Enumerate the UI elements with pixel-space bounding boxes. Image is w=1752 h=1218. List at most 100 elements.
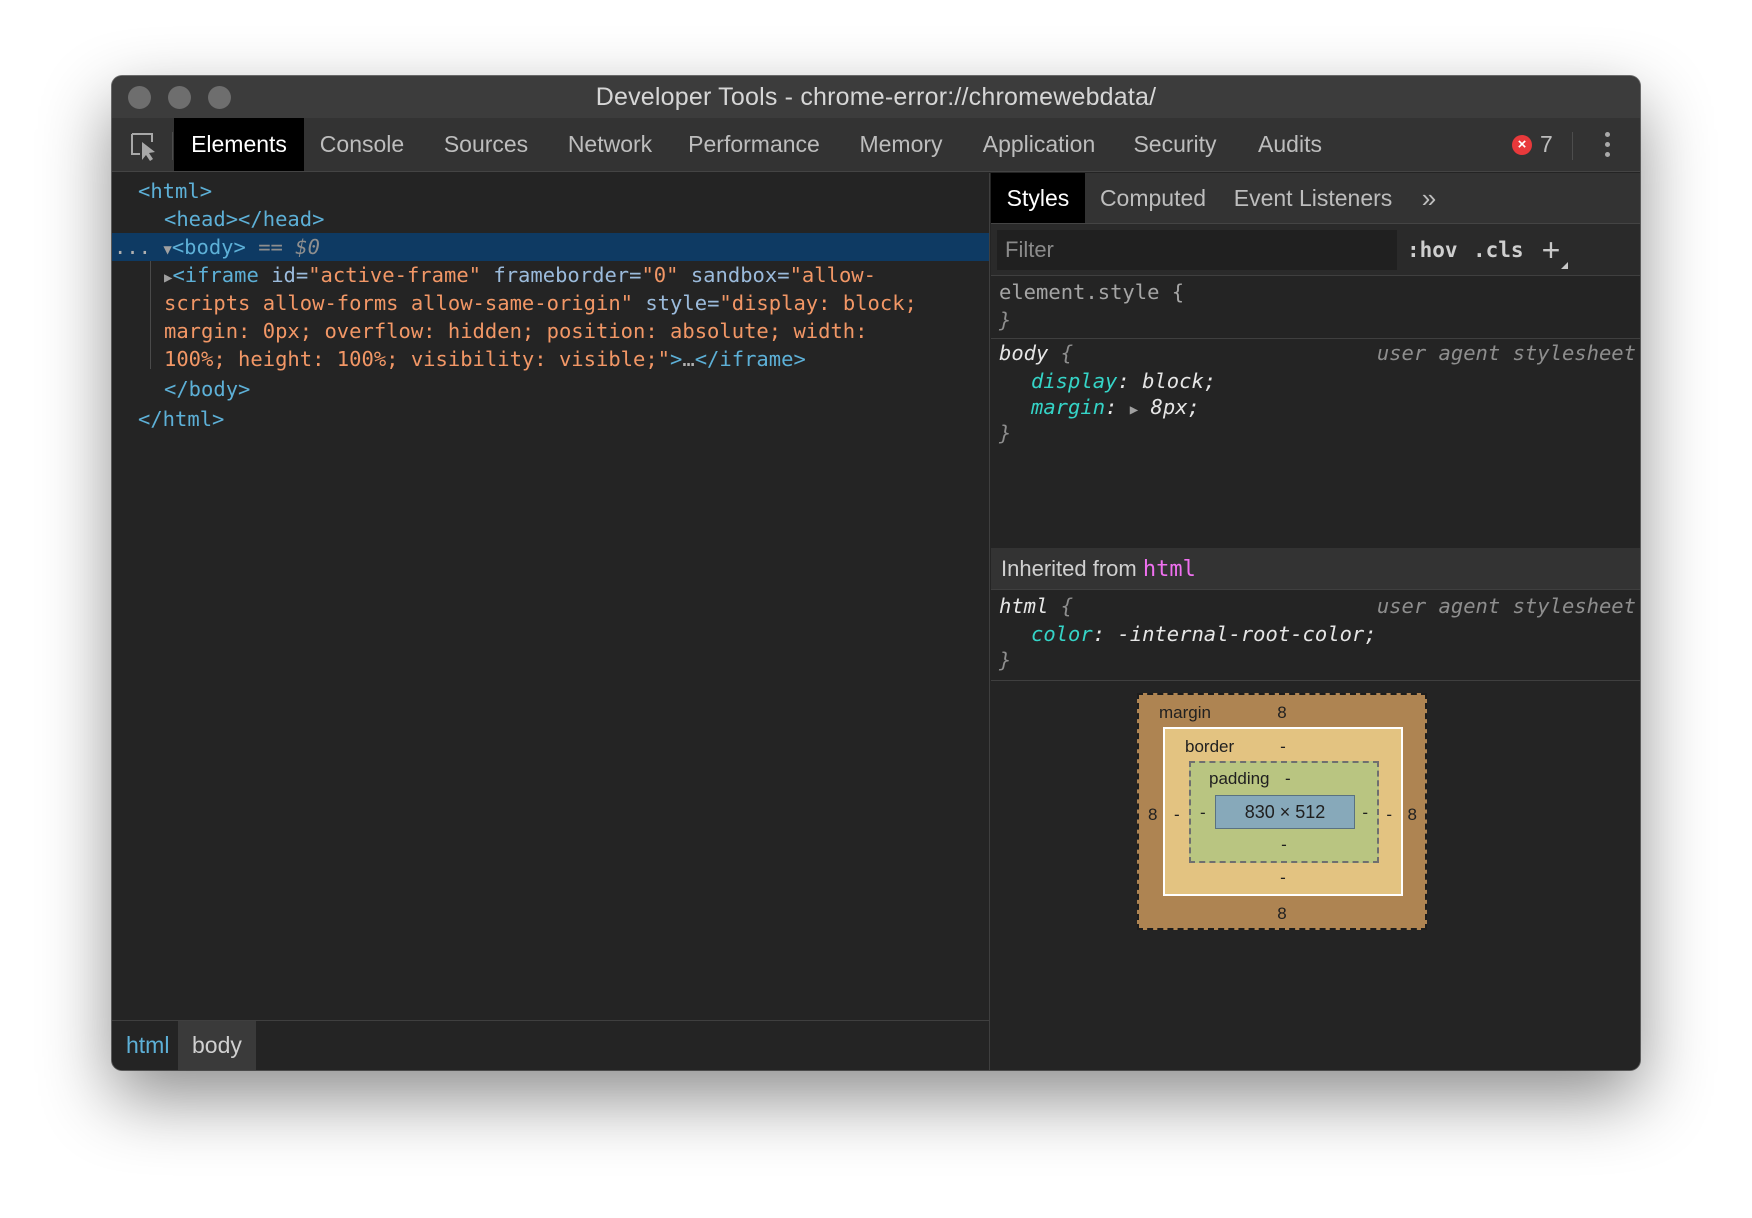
node-actions-ellipsis[interactable]: ...	[114, 235, 151, 259]
toggle-element-state-button[interactable]: :hov	[1407, 224, 1458, 276]
tab-separator	[1572, 132, 1573, 160]
padding-right-value[interactable]: -	[1362, 803, 1368, 823]
tab-audits[interactable]: Audits	[1238, 118, 1342, 171]
attr-value: 100%; height: 100%; visibility: visible;…	[164, 347, 671, 371]
tab-computed[interactable]: Computed	[1091, 173, 1215, 223]
property-value[interactable]: block;	[1142, 369, 1216, 393]
inherited-section-header: Inherited from html	[991, 548, 1640, 590]
inherited-node-link[interactable]: html	[1143, 557, 1196, 582]
tab-memory[interactable]: Memory	[840, 118, 962, 171]
styles-tab-bar: Styles Computed Event Listeners »	[991, 173, 1640, 224]
attr-name: style	[645, 291, 708, 315]
styles-sidebar: Styles Computed Event Listeners » :hov .…	[991, 173, 1640, 1070]
tab-security[interactable]: Security	[1116, 118, 1234, 171]
tab-sources[interactable]: Sources	[428, 118, 544, 171]
rule-body[interactable]: body { user agent stylesheet display: bl…	[991, 340, 1640, 548]
border-top-value[interactable]: -	[1165, 737, 1401, 757]
rule-open-brace: {	[1048, 594, 1074, 618]
devtools-window: Developer Tools - chrome-error://chromew…	[112, 76, 1640, 1070]
padding-bottom-value[interactable]: -	[1191, 835, 1377, 855]
attr-name: sandbox	[690, 263, 778, 287]
element-classes-button[interactable]: .cls	[1473, 224, 1524, 276]
dom-node-body-selected[interactable]: ... ▼<body> == $0	[112, 233, 989, 261]
tab-network[interactable]: Network	[550, 118, 670, 171]
box-model-border[interactable]: border - - - - padding - - - - 830 × 512	[1163, 727, 1403, 896]
rule-selector[interactable]: element.style {	[999, 279, 1184, 305]
expand-shorthand-triangle-icon[interactable]: ▶	[1130, 402, 1138, 418]
rule-source: user agent stylesheet	[1376, 341, 1636, 365]
style-property[interactable]: margin: ▶ 8px;	[1031, 394, 1200, 420]
property-name[interactable]: margin	[1031, 395, 1105, 419]
tab-performance[interactable]: Performance	[676, 118, 832, 171]
more-options-icon[interactable]	[1602, 132, 1612, 160]
attr-value: scripts allow-forms allow-same-origin"	[164, 291, 633, 315]
property-name[interactable]: color	[1031, 622, 1093, 646]
style-property[interactable]: display: block;	[1031, 368, 1216, 394]
html-open-tag: <html>	[138, 179, 213, 203]
dom-node-html[interactable]: <html>	[112, 177, 989, 205]
dom-node-body-close[interactable]: </body>	[112, 375, 989, 403]
head-tag: <head></head>	[164, 207, 325, 231]
attr-name: frameborder	[493, 263, 630, 287]
breadcrumb-body[interactable]: body	[178, 1021, 256, 1070]
rule-element-style[interactable]: element.style { }	[991, 277, 1640, 339]
inspect-element-icon[interactable]	[128, 130, 160, 162]
dom-node-iframe[interactable]: ▶<iframe id="active-frame" frameborder="…	[112, 261, 989, 289]
breadcrumb-html[interactable]: html	[112, 1021, 183, 1070]
dom-node-html-close[interactable]: </html>	[112, 405, 989, 433]
rule-html[interactable]: html { user agent stylesheet color: -int…	[991, 591, 1640, 681]
padding-left-value[interactable]: -	[1200, 803, 1206, 823]
padding-top-value[interactable]: -	[1285, 769, 1291, 789]
dom-node-iframe-wrap: scripts allow-forms allow-same-origin" s…	[164, 291, 917, 315]
iframe-close-tag: </iframe>	[694, 347, 806, 371]
breadcrumb: html body	[112, 1020, 990, 1070]
main-tab-bar: Elements Console Sources Network Perform…	[112, 118, 1640, 172]
property-name[interactable]: display	[1031, 369, 1117, 393]
border-bottom-value[interactable]: -	[1165, 868, 1401, 888]
dom-node-iframe-wrap: margin: 0px; overflow: hidden; position:…	[112, 317, 989, 345]
window-title: Developer Tools - chrome-error://chromew…	[595, 83, 1157, 111]
rule-close-brace: }	[999, 648, 1012, 672]
title-bar: Developer Tools - chrome-error://chromew…	[112, 76, 1640, 118]
tab-console[interactable]: Console	[308, 118, 416, 171]
html-close-tag: </html>	[138, 407, 225, 431]
attr-value: "display: block;	[719, 291, 917, 315]
border-right-value[interactable]: -	[1386, 805, 1392, 825]
attr-name: id	[271, 263, 296, 287]
body-open-tag: <body>	[171, 235, 246, 259]
error-count[interactable]: 7	[1540, 118, 1553, 171]
rule-source: user agent stylesheet	[1376, 594, 1636, 618]
collapsed-children-ellipsis[interactable]: …	[682, 347, 694, 371]
rule-selector[interactable]: body	[999, 341, 1048, 365]
error-x-icon[interactable]: ×	[1512, 135, 1532, 155]
margin-top-value[interactable]: 8	[1139, 703, 1425, 723]
more-tabs-chevron-icon[interactable]: »	[1409, 173, 1449, 223]
new-style-rule-menu-icon[interactable]	[1561, 262, 1568, 269]
property-value[interactable]: -internal-root-color;	[1117, 622, 1376, 646]
box-model-padding[interactable]: padding - - - - 830 × 512	[1189, 761, 1379, 863]
box-model-margin[interactable]: margin 8 8 8 8 border - - - - padding - …	[1137, 693, 1427, 930]
dom-tree-panel[interactable]: <html> <head></head> ... ▼<body> == $0 ▶…	[112, 173, 990, 1020]
attr-value: "0"	[641, 263, 679, 287]
box-model-content[interactable]: 830 × 512	[1215, 795, 1355, 829]
dom-node-head[interactable]: <head></head>	[112, 205, 989, 233]
padding-label: padding	[1209, 769, 1270, 788]
collapse-triangle-icon[interactable]: ▼	[163, 242, 171, 258]
rule-close-brace: }	[999, 421, 1012, 445]
styles-filter-input[interactable]	[997, 230, 1397, 270]
tab-elements[interactable]: Elements	[174, 118, 304, 171]
margin-bottom-value[interactable]: 8	[1139, 904, 1425, 924]
tab-application[interactable]: Application	[966, 118, 1112, 171]
attr-value: margin: 0px; overflow: hidden; position:…	[164, 319, 868, 343]
property-value[interactable]: 8px;	[1151, 395, 1200, 419]
margin-right-value[interactable]: 8	[1408, 805, 1417, 825]
tab-event-listeners[interactable]: Event Listeners	[1227, 173, 1399, 223]
dom-node-iframe-wrap: 100%; height: 100%; visibility: visible;…	[112, 345, 989, 373]
rule-selector[interactable]: html	[999, 594, 1048, 618]
attr-value: "active-frame"	[308, 263, 482, 287]
border-left-value[interactable]: -	[1174, 805, 1180, 825]
rule-header: body {	[999, 340, 1073, 366]
margin-left-value[interactable]: 8	[1148, 805, 1157, 825]
style-property[interactable]: color: -internal-root-color;	[1031, 621, 1377, 647]
tab-styles[interactable]: Styles	[991, 173, 1085, 223]
